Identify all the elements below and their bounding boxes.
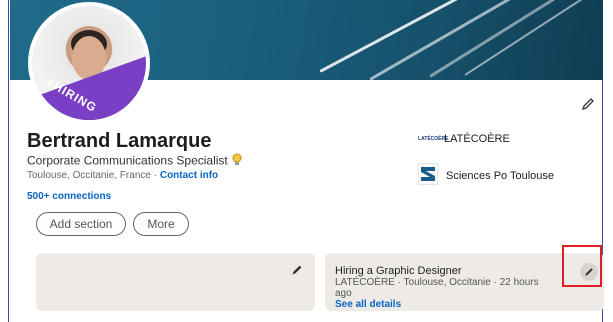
hiring-card-content: Hiring a Graphic Designer LATÉCOÈRE · To… [335, 265, 555, 310]
open-to-card[interactable] [36, 253, 315, 311]
latecoere-logo: LATÉCOÈRE [418, 136, 449, 142]
org-name: Sciences Po Toulouse [446, 169, 555, 182]
headline-text: Corporate Communications Specialist [27, 153, 228, 168]
add-section-button[interactable]: Add section [36, 212, 126, 236]
experience-org[interactable]: LATÉCOÈRE LATÉCOÈRE [418, 133, 510, 145]
highlight-box [562, 245, 602, 287]
job-title[interactable]: Hiring a Graphic Designer [335, 265, 555, 277]
education-org[interactable]: Sciences Po Toulouse [417, 162, 555, 188]
lightbulb-icon [231, 153, 243, 170]
profile-location: Toulouse, Occitanie, France · Contact in… [27, 170, 218, 181]
profile-name: Bertrand Lamarque [27, 130, 212, 152]
connections-link[interactable]: 500+ connections [27, 191, 111, 202]
pencil-icon[interactable] [290, 263, 304, 282]
more-button[interactable]: More [133, 212, 189, 236]
contact-info-link[interactable]: Contact info [160, 170, 218, 181]
sciences-po-logo [417, 162, 439, 188]
profile-headline: Corporate Communications Specialist [27, 153, 243, 170]
location-text: Toulouse, Occitanie, France [27, 170, 151, 181]
separator: · [150, 170, 160, 181]
org-name: LATÉCOÈRE [444, 133, 510, 145]
job-details: LATÉCOÈRE · Toulouse, Occitanie · 22 hou… [335, 277, 539, 299]
edit-intro-icon[interactable] [580, 96, 596, 112]
see-all-details-link[interactable]: See all details [335, 299, 555, 310]
